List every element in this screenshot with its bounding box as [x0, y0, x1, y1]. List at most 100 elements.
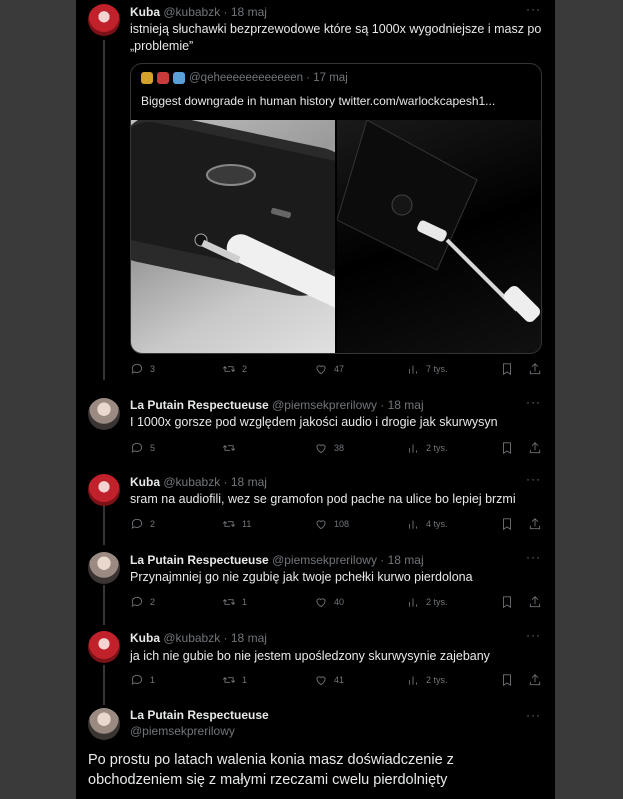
reply-button[interactable]: 2 [130, 595, 155, 609]
like-button[interactable]: 47 [314, 362, 344, 376]
headphone-jack-photo[interactable] [131, 114, 366, 353]
views-button[interactable]: 4 tys. [406, 517, 448, 531]
views-count: 2 tys. [426, 443, 448, 453]
like-button[interactable]: 38 [314, 441, 344, 455]
reply-count: 1 [150, 675, 156, 685]
like-count: 47 [334, 364, 345, 374]
views-button[interactable]: 2 tys. [406, 441, 448, 455]
more-options-icon[interactable]: ··· [526, 708, 541, 722]
usb-c-cable-photo[interactable] [336, 119, 541, 353]
share-button[interactable] [528, 673, 542, 687]
retweet-button[interactable]: 1 [222, 595, 247, 609]
retweet-count: 1 [242, 675, 248, 685]
retweet-button[interactable]: 11 [222, 517, 251, 531]
author-meta[interactable]: @kubabzk · 18 maj [163, 475, 267, 489]
reply-button[interactable]: 2 [130, 517, 155, 531]
main-tweet[interactable]: La Putain Respectueuse @piemsekprerilowy… [76, 702, 555, 799]
retweet-button[interactable] [222, 441, 242, 455]
tweet-text: sram na audiofili, wez se gramofon pod p… [130, 492, 516, 506]
avatar[interactable] [88, 631, 120, 663]
share-icon [529, 518, 541, 530]
bookmark-icon [503, 674, 511, 687]
quote-meta: @qeheeeeeeeeeeeen · 17 maj [189, 72, 348, 84]
reply-button[interactable]: 1 [130, 673, 155, 687]
emoji-icon [141, 72, 153, 84]
like-button[interactable]: 40 [314, 595, 344, 609]
reply-button[interactable]: 3 [130, 362, 155, 376]
quote-text: Biggest downgrade in human history twitt… [141, 94, 496, 108]
retweet-icon [222, 366, 236, 372]
more-options-icon[interactable]: ··· [526, 395, 541, 409]
author-handle[interactable]: @piemsekprerilowy [130, 724, 235, 738]
tweet-actions: 2 1 40 2 tys. [130, 595, 545, 611]
author-name[interactable]: Kuba [130, 5, 160, 19]
views-button[interactable]: 2 tys. [406, 595, 448, 609]
retweet-button[interactable]: 1 [222, 673, 247, 687]
author-name[interactable]: La Putain Respectueuse [130, 398, 269, 412]
share-icon [529, 674, 541, 686]
share-icon [529, 363, 541, 375]
reply-count: 2 [150, 519, 156, 529]
like-button[interactable]: 41 [314, 673, 344, 687]
author-meta[interactable]: @kubabzk · 18 maj [163, 5, 267, 19]
more-options-icon[interactable]: ··· [526, 472, 541, 486]
tweet-text: Po prostu po latach walenia konia masz d… [88, 752, 454, 788]
share-button[interactable] [528, 362, 542, 376]
avatar[interactable] [88, 552, 120, 584]
avatar[interactable] [88, 708, 120, 740]
reply-count: 3 [150, 364, 156, 374]
author-name[interactable]: Kuba [130, 631, 160, 645]
emoji-icon [173, 72, 185, 84]
views-count: 2 tys. [426, 597, 448, 607]
more-options-icon[interactable]: ··· [526, 2, 541, 16]
reply-count: 5 [150, 443, 156, 453]
reply-icon [131, 442, 143, 453]
author-name[interactable]: Kuba [130, 475, 160, 489]
like-count: 40 [334, 597, 345, 607]
tweet[interactable]: Kuba @kubabzk · 18 maj ··· sram na audio… [76, 466, 555, 544]
tweet[interactable]: La Putain Respectueuse @piemsekprerilowy… [76, 388, 555, 466]
bookmark-button[interactable] [500, 441, 514, 455]
quote-tweet[interactable]: @qeheeeeeeeeeeeen · 17 maj Biggest downg… [130, 63, 542, 354]
views-count: 2 tys. [426, 675, 448, 685]
bookmark-button[interactable] [500, 595, 514, 609]
reply-icon [131, 596, 143, 607]
more-options-icon[interactable]: ··· [526, 628, 541, 642]
reply-button[interactable]: 5 [130, 441, 155, 455]
tweet[interactable]: La Putain Respectueuse @piemsekprerilowy… [76, 544, 555, 624]
views-count: 7 tys. [426, 364, 448, 374]
like-count: 108 [334, 519, 350, 529]
views-count: 4 tys. [426, 519, 448, 529]
author-meta[interactable]: @piemsekprerilowy · 18 maj [272, 398, 424, 412]
share-button[interactable] [528, 595, 542, 609]
author-meta[interactable]: @piemsekprerilowy · 18 maj [272, 553, 424, 567]
tweet-actions: 3 2 47 7 tys. [130, 362, 545, 378]
like-count: 38 [334, 443, 345, 453]
like-button[interactable]: 108 [314, 517, 349, 531]
emoji-icon [157, 72, 169, 84]
author-name[interactable]: La Putain Respectueuse [130, 553, 269, 567]
avatar[interactable] [88, 474, 120, 506]
share-icon [529, 442, 541, 454]
views-icon [409, 365, 417, 374]
author-meta[interactable]: @kubabzk · 18 maj [163, 631, 267, 645]
retweet-icon [222, 599, 236, 605]
more-options-icon[interactable]: ··· [526, 550, 541, 564]
share-icon [529, 596, 541, 608]
share-button[interactable] [528, 517, 542, 531]
bookmark-icon [503, 518, 511, 531]
avatar[interactable] [88, 398, 120, 430]
views-button[interactable]: 7 tys. [406, 362, 448, 376]
tweet-text: istnieją słuchawki bezprzewodowe które s… [130, 22, 542, 53]
avatar[interactable] [88, 4, 120, 36]
bookmark-button[interactable] [500, 362, 514, 376]
tweet[interactable]: Kuba @kubabzk · 18 maj ··· istnieją słuc… [76, 0, 555, 388]
share-button[interactable] [528, 441, 542, 455]
views-button[interactable]: 2 tys. [406, 673, 448, 687]
bookmark-button[interactable] [500, 673, 514, 687]
retweet-button[interactable]: 2 [222, 362, 247, 376]
tweet[interactable]: Kuba @kubabzk · 18 maj ··· ja ich nie gu… [76, 624, 555, 702]
bookmark-button[interactable] [500, 517, 514, 531]
tweet-actions: 1 1 41 2 tys. [130, 673, 545, 689]
author-name[interactable]: La Putain Respectueuse [130, 708, 269, 722]
